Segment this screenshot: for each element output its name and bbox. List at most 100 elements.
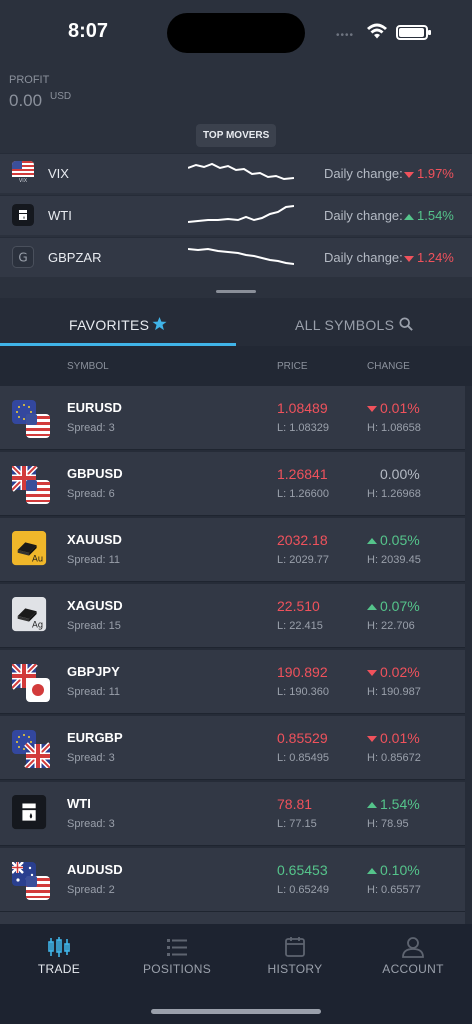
symbol-low: L: 1.08329 [277, 422, 329, 434]
tab-favorites[interactable]: FAVORITES [0, 298, 236, 346]
gold-bar-icon: Au [12, 531, 47, 566]
nav-trade[interactable]: TRADE [0, 924, 118, 994]
star-icon [152, 316, 167, 331]
symbol-price: 78.81 [277, 796, 313, 812]
symbol-price: 1.08489 [277, 400, 328, 416]
column-price: PRICE [277, 361, 308, 372]
symbol-row-eurgbp[interactable]: EURGBP Spread: 3 0.85529 L: 0.85495 0.01… [0, 716, 465, 780]
symbol-change-value: 0.01% [380, 730, 420, 746]
profit-label: PROFIT [9, 74, 50, 86]
symbol-row-gbpjpy[interactable]: GBPJPY Spread: 11 190.892 L: 190.360 0.0… [0, 650, 465, 714]
nav-account[interactable]: ACCOUNT [354, 924, 472, 994]
symbol-row-xagusd[interactable]: Ag XAGUSD Spread: 15 22.510 L: 22.415 0.… [0, 584, 465, 648]
symbol-price: 2032.18 [277, 532, 328, 548]
symbol-row-xauusd[interactable]: Au XAUUSD Spread: 11 2032.18 L: 2029.77 … [0, 518, 465, 582]
svg-text:VIX: VIX [19, 178, 28, 183]
symbol-spread: Spread: 3 [67, 422, 115, 434]
nav-history-label: HISTORY [267, 962, 323, 976]
symbol-low: L: 1.26600 [277, 488, 329, 500]
symbol-high: H: 2039.45 [367, 554, 421, 566]
battery-icon [396, 25, 431, 40]
symbol-change: 0.01% [367, 400, 420, 416]
nav-positions-label: POSITIONS [142, 962, 212, 976]
nav-trade-label: TRADE [37, 962, 81, 976]
symbol-change: 0.02% [367, 664, 420, 680]
tab-all-symbols-label: ALL SYMBOLS [295, 317, 395, 333]
symbol-low: L: 190.360 [277, 686, 329, 698]
nav-history[interactable]: HISTORY [236, 924, 354, 994]
symbol-change-value: 0.00% [380, 466, 420, 482]
symbol-change-value: 0.05% [380, 532, 420, 548]
eur-usd-flags-icon [12, 400, 50, 438]
symbol-name: GBPUSD [67, 466, 123, 481]
symbol-name: WTI [67, 796, 91, 811]
symbol-change: 0.05% [367, 532, 420, 548]
daily-change-label: Daily change: [324, 208, 403, 223]
tab-all-symbols[interactable]: ALL SYMBOLS [236, 298, 472, 346]
mover-change: 1.54% [404, 208, 454, 223]
symbol-low: L: 22.415 [277, 620, 323, 632]
mover-change-value: 1.24% [417, 250, 454, 265]
symbol-name: EURGBP [67, 730, 123, 745]
symbol-spread: Spread: 6 [67, 488, 115, 500]
symbol-high: H: 190.987 [367, 686, 421, 698]
symbol-low: L: 0.85495 [277, 752, 329, 764]
svg-text:Ag: Ag [32, 620, 43, 630]
symbol-change: 0.00% [380, 466, 420, 482]
list-icon [167, 939, 187, 956]
mover-row-vix[interactable]: VIX VIX Daily change: 1.97% [0, 153, 472, 193]
nav-positions[interactable]: POSITIONS [118, 924, 236, 994]
symbol-change-value: 1.54% [380, 796, 420, 812]
symbol-high: H: 22.706 [367, 620, 415, 632]
symbol-row-gbpusd[interactable]: GBPUSD Spread: 6 1.26841 L: 1.26600 0.00… [0, 452, 465, 516]
candlestick-chart-icon [48, 937, 70, 957]
mover-change: 1.24% [404, 250, 454, 265]
symbol-row-partial[interactable] [0, 912, 465, 924]
profit-value: 0.00 [9, 91, 43, 110]
calendar-icon [285, 937, 305, 957]
svg-text:G: G [18, 251, 27, 265]
symbol-high: H: 0.85672 [367, 752, 421, 764]
mover-row-wti[interactable]: WTI Daily change: 1.54% [0, 195, 472, 235]
symbol-change: 0.10% [367, 862, 420, 878]
silver-bar-icon: Ag [12, 597, 47, 632]
symbol-low: L: 77.15 [277, 818, 317, 830]
mover-change: 1.97% [404, 166, 454, 181]
mover-symbol: WTI [48, 208, 72, 223]
us-flag-icon: VIX [12, 161, 34, 183]
arrow-up-icon [367, 538, 377, 545]
symbol-row-audusd[interactable]: AUDUSD Spread: 2 0.65453 L: 0.65249 0.10… [0, 848, 465, 912]
column-change: CHANGE [367, 361, 410, 372]
search-icon [399, 317, 413, 331]
symbol-spread: Spread: 2 [67, 884, 115, 896]
drag-handle[interactable] [216, 290, 256, 293]
symbol-row-eurusd[interactable]: EURUSD Spread: 3 1.08489 L: 1.08329 0.01… [0, 386, 465, 450]
arrow-down-icon [367, 406, 377, 413]
wifi-icon [367, 23, 387, 39]
symbol-high: H: 78.95 [367, 818, 409, 830]
arrow-up-icon [367, 868, 377, 875]
status-bar: 8:07 •••• [0, 0, 472, 64]
symbol-low: L: 2029.77 [277, 554, 329, 566]
oil-barrel-icon [12, 795, 47, 830]
daily-change-label: Daily change: [324, 166, 403, 181]
symbol-price: 0.85529 [277, 730, 328, 746]
symbol-name: AUDUSD [67, 862, 123, 877]
tab-favorites-label: FAVORITES [69, 317, 150, 333]
arrow-down-icon [367, 736, 377, 743]
svg-text:Au: Au [32, 554, 43, 564]
symbol-price: 0.65453 [277, 862, 328, 878]
dynamic-island [167, 13, 305, 53]
arrow-down-icon [404, 171, 414, 178]
mover-row-gbpzar[interactable]: G GBPZAR Daily change: 1.24% [0, 237, 472, 277]
symbol-high: H: 1.26968 [367, 488, 421, 500]
symbol-price: 1.26841 [277, 466, 328, 482]
symbol-low: L: 0.65249 [277, 884, 329, 896]
arrow-up-icon [404, 213, 414, 220]
arrow-up-icon [367, 802, 377, 809]
symbol-row-wti[interactable]: WTI Spread: 3 78.81 L: 77.15 1.54% H: 78… [0, 782, 465, 846]
gbp-jpy-flags-icon [12, 664, 50, 702]
symbol-spread: Spread: 3 [67, 818, 115, 830]
user-icon [402, 937, 424, 958]
eur-gbp-flags-icon [12, 730, 50, 768]
